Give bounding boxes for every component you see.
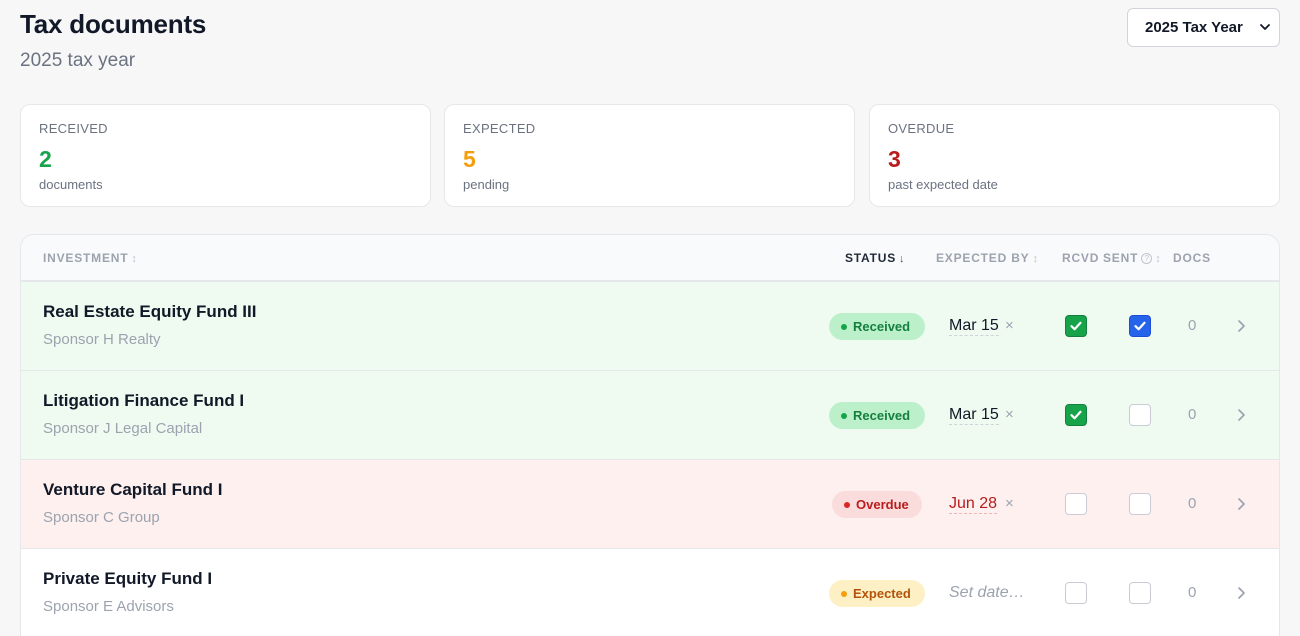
page-subtitle: 2025 tax year: [20, 50, 136, 71]
column-header-docs: DOCS: [1173, 251, 1211, 265]
docs-count: 0: [1188, 317, 1197, 334]
column-header-investment[interactable]: INVESTMENT ↕: [43, 251, 138, 265]
table-row[interactable]: Private Equity Fund I Sponsor E Advisors…: [21, 549, 1279, 636]
summary-sub: past expected date: [888, 177, 998, 192]
expected-by-date[interactable]: Mar 15: [949, 405, 999, 425]
status-badge: Received: [829, 402, 925, 429]
summary-label: RECEIVED: [39, 121, 108, 136]
summary-sub: pending: [463, 177, 510, 192]
tax-year-select[interactable]: 2025 Tax Year: [1127, 8, 1280, 47]
table-row[interactable]: Litigation Finance Fund I Sponsor J Lega…: [21, 371, 1279, 460]
investment-name: Real Estate Equity Fund III: [43, 302, 257, 321]
checkmark-icon: [1070, 321, 1082, 331]
status-dot: [841, 590, 847, 597]
investment-name: Venture Capital Fund I: [43, 480, 223, 499]
docs-count: 0: [1188, 495, 1197, 512]
checkmark-icon: [1070, 410, 1082, 420]
expected-by-date[interactable]: Jun 28: [949, 494, 998, 514]
help-icon[interactable]: ?: [1141, 253, 1153, 264]
sent-checkbox[interactable]: [1129, 315, 1151, 337]
docs-count: 0: [1188, 584, 1197, 601]
status-badge: Overdue: [832, 491, 922, 518]
column-header-expected-by[interactable]: EXPECTED BY ↕: [936, 251, 1039, 265]
received-checkbox[interactable]: [1065, 582, 1087, 604]
sort-descending-icon: ↓: [899, 253, 906, 265]
status-badge: Expected: [829, 580, 925, 607]
summary-card-received: RECEIVED 2 documents: [20, 104, 431, 207]
table-row[interactable]: Venture Capital Fund I Sponsor C Group O…: [21, 460, 1279, 549]
table-row[interactable]: Real Estate Equity Fund III Sponsor H Re…: [21, 282, 1279, 371]
chevron-right-icon[interactable]: [1234, 319, 1248, 333]
checkmark-icon: [1134, 321, 1146, 331]
clear-date-icon[interactable]: ×: [1005, 406, 1014, 423]
sort-icon: ↕: [1155, 253, 1162, 265]
sponsor-name: Sponsor C Group: [43, 509, 160, 526]
summary-label: OVERDUE: [888, 121, 955, 136]
sent-checkbox[interactable]: [1129, 493, 1151, 515]
column-header-status[interactable]: STATUS ↓: [845, 251, 905, 265]
summary-sub: documents: [39, 177, 103, 192]
summary-value: 2: [39, 146, 52, 172]
tax-documents-table: INVESTMENT ↕ STATUS ↓ EXPECTED BY ↕ RCVD SE…: [20, 234, 1280, 636]
table-header: INVESTMENT ↕ STATUS ↓ EXPECTED BY ↕ RCVD SE…: [21, 235, 1279, 282]
investment-name: Private Equity Fund I: [43, 569, 213, 588]
sort-icon: ↕: [131, 253, 138, 265]
sponsor-name: Sponsor H Realty: [43, 331, 161, 348]
sponsor-name: Sponsor E Advisors: [43, 598, 174, 615]
column-header-rcvd: RCVD: [1062, 251, 1100, 265]
clear-date-icon[interactable]: ×: [1005, 495, 1014, 512]
status-badge: Received: [829, 313, 925, 340]
received-checkbox[interactable]: [1065, 404, 1087, 426]
expected-by-date[interactable]: Mar 15: [949, 316, 999, 336]
clear-date-icon[interactable]: ×: [1005, 317, 1014, 334]
summary-value: 3: [888, 146, 901, 172]
chevron-down-icon: [1260, 24, 1270, 30]
investment-name: Litigation Finance Fund I: [43, 391, 245, 410]
summary-value: 5: [463, 146, 476, 172]
summary-label: EXPECTED: [463, 121, 536, 136]
chevron-right-icon[interactable]: [1234, 408, 1248, 422]
tax-year-select-value: 2025 Tax Year: [1145, 19, 1243, 36]
chevron-right-icon[interactable]: [1234, 497, 1248, 511]
summary-card-expected: EXPECTED 5 pending: [444, 104, 855, 207]
received-checkbox[interactable]: [1065, 493, 1087, 515]
status-dot: [841, 412, 847, 419]
sponsor-name: Sponsor J Legal Capital: [43, 420, 203, 437]
summary-card-overdue: OVERDUE 3 past expected date: [869, 104, 1280, 207]
set-date-input[interactable]: Set date…: [949, 583, 1025, 602]
chevron-right-icon[interactable]: [1234, 586, 1248, 600]
status-dot: [841, 323, 847, 330]
page-title: Tax documents: [20, 9, 207, 39]
status-dot: [844, 501, 850, 508]
docs-count: 0: [1188, 406, 1197, 423]
sent-checkbox[interactable]: [1129, 404, 1151, 426]
sort-icon: ↕: [1032, 253, 1039, 265]
sent-checkbox[interactable]: [1129, 582, 1151, 604]
column-header-sent[interactable]: SENT? ↕: [1103, 251, 1162, 265]
received-checkbox[interactable]: [1065, 315, 1087, 337]
